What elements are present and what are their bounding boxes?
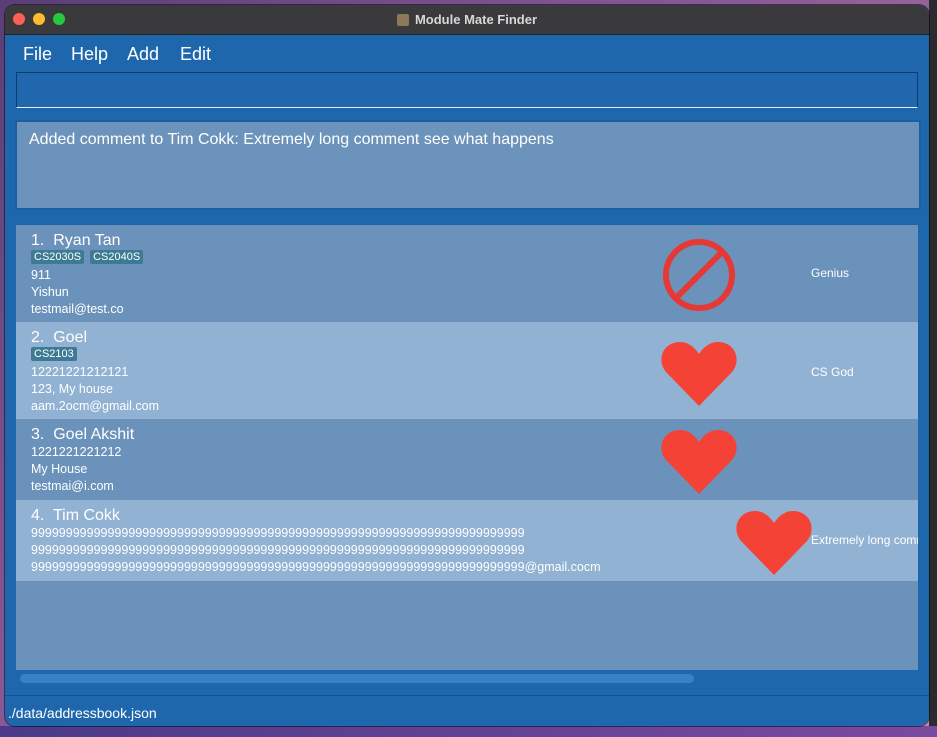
person-detail-line: 9999999999999999999999999999999999999999… [31,526,525,540]
person-phone: 1221221221212 [31,445,122,459]
result-display: Added comment to Tim Cokk: Extremely lon… [15,120,921,210]
app-window: Module Mate Finder File Help Add Edit Ad… [5,5,929,726]
person-name: 3. Goel Akshit [31,426,135,443]
person-address: 123, My house [31,382,113,396]
person-phone: 12221221212121 [31,365,129,379]
heart-icon [736,511,812,575]
person-address: Yishun [31,285,69,299]
person-email: testmai@i.com [31,479,114,493]
menu-file[interactable]: File [23,44,52,65]
person-name: 2. Goel [31,329,88,346]
module-tag: CS2030S [31,250,85,264]
person-card[interactable]: 2. Goel CS2103 12221221212121 123, My ho… [16,322,918,419]
result-message: Added comment to Tim Cokk: Extremely lon… [29,131,554,148]
person-address: My House [31,462,88,476]
person-phone: 911 [31,268,51,282]
person-card[interactable]: 1. Ryan Tan CS2030S CS2040S 911 Yishun t… [16,225,918,322]
person-comment: Extremely long comment see what happens [811,533,918,547]
module-tag: CS2040S [90,250,144,264]
person-name: 1. Ryan Tan [31,232,121,249]
desktop-background [0,726,937,737]
menu-help[interactable]: Help [71,44,108,65]
title-bar[interactable]: Module Mate Finder [5,5,929,35]
tag-list: CS2103 [31,347,77,361]
module-tag: CS2103 [31,347,77,361]
save-file-path: ./data/addressbook.json [8,705,157,721]
scrollbar-thumb[interactable] [20,674,694,683]
person-card[interactable]: 4. Tim Cokk 9999999999999999999999999999… [16,500,918,581]
menu-add[interactable]: Add [127,44,159,65]
status-bar: ./data/addressbook.json [5,695,929,726]
app-icon [396,13,409,26]
horizontal-scrollbar[interactable] [16,670,918,686]
tag-list: CS2030S CS2040S [31,250,144,264]
person-email: aam.2ocm@gmail.com [31,399,160,413]
heart-icon [661,430,737,494]
person-email: testmail@test.co [31,302,124,316]
desktop-background-strip [929,0,937,737]
menu-bar: File Help Add Edit [5,34,929,70]
prohibited-icon [663,239,735,311]
command-input[interactable] [16,72,918,108]
person-detail-line: 9999999999999999999999999999999999999999… [31,543,525,557]
person-comment: Genius [811,266,850,280]
person-list[interactable]: 1. Ryan Tan CS2030S CS2040S 911 Yishun t… [16,225,918,670]
person-detail-line: 9999999999999999999999999999999999999999… [31,560,601,574]
menu-edit[interactable]: Edit [180,44,211,65]
person-name: 4. Tim Cokk [31,507,120,524]
person-comment: CS God [811,365,854,379]
window-title: Module Mate Finder [414,12,538,27]
person-card[interactable]: 3. Goel Akshit 1221221221212 My House te… [16,419,918,500]
heart-icon [661,342,737,406]
